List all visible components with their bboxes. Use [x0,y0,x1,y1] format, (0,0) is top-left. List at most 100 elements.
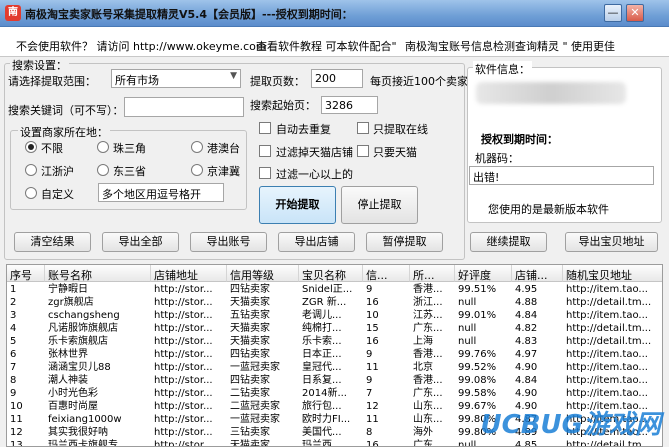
column-header[interactable]: 宝贝名称 [299,265,363,282]
close-button[interactable]: ✕ [626,4,644,22]
export-all-button[interactable]: 导出全部 [102,232,179,252]
column-header[interactable]: 店铺... [512,265,563,282]
radio-jzh[interactable] [25,164,37,176]
table-row[interactable]: 3 cschangsheng http://stor... 五钻卖家 老调儿... 10 江… [7,309,662,322]
table-cell: 4 [10,323,17,334]
table-cell: ZGR 新... [302,297,347,308]
pages-input[interactable]: 200 [311,69,363,88]
table-cell: http://detail.tm... [566,297,652,308]
table-cell: 其实我很好呐 [48,427,108,438]
start-page-input[interactable]: 3286 [321,96,378,114]
table-cell: 天猫卖家 [230,336,270,347]
table-row[interactable]: 6 张林世界 http://stor... 四钻卖家 日本正... 9 香港... 99.76… [7,348,662,361]
table-cell: 15 [366,323,379,334]
table-cell: 四钻卖家 [230,284,270,295]
column-header[interactable]: 序号 [7,265,45,282]
radio-custom[interactable] [25,187,37,199]
table-row[interactable]: 8 潮人神装 http://stor... 四钻卖家 日系复... 9 香港... 99.08… [7,374,662,387]
column-header[interactable]: 信... [363,265,410,282]
banner-help-text[interactable]: 不会使用软件？ 请访问 http://www.okeyme.com [16,38,267,54]
table-cell: 三钻卖家 [230,427,270,438]
radio-jjj[interactable] [191,164,203,176]
keyword-input[interactable] [124,97,244,117]
filter-tmall-label: 过滤掉天猫店铺 [276,146,353,159]
radio-unlimited[interactable] [25,141,37,153]
column-header[interactable]: 信用等级 [227,265,299,282]
export-account-button[interactable]: 导出账号 [190,232,267,252]
radio-custom-label: 自定义 [41,188,74,201]
table-cell: 4.90 [515,362,538,373]
auto-dedupe-checkbox[interactable] [259,122,271,134]
table-cell: 小时光色彩 [48,388,98,399]
filter-one-heart-label: 过滤一心以上的 [276,168,353,181]
column-header[interactable]: 账号名称 [45,265,151,282]
table-cell: 8 [366,427,373,438]
start-page-label: 搜索起始页： [250,99,316,112]
radio-hk-mo-tw-label: 港澳台 [207,142,240,155]
table-cell: http://item.tao... [566,284,648,295]
table-cell: http://stor... [154,388,213,399]
resume-extract-button[interactable]: 继续提取 [470,232,547,252]
watermark-logo: UCBUG游戏网 [480,410,661,440]
table-row[interactable]: 4 凡诺服饰旗舰店 http://stor... 天猫卖家 纯棉打... 15 广东... n… [7,322,662,335]
table-cell: 11 [366,414,379,425]
table-cell: 涵涵宝贝儿88 [48,362,111,373]
table-cell: 北京 [413,362,433,373]
column-header[interactable]: 店铺地址 [151,265,227,282]
table-cell: 99.52% [458,362,497,373]
machine-code-field[interactable]: 出错! [469,166,654,185]
only-online-checkbox[interactable] [357,122,369,134]
table-cell: 11 [10,414,23,425]
table-cell: http://stor... [154,375,213,386]
custom-region-input[interactable]: 多个地区用逗号格开 [98,183,224,202]
table-cell: 99.01% [458,310,497,321]
start-extract-button[interactable]: 开始提取 [259,186,336,224]
export-shop-button[interactable]: 导出店铺 [278,232,355,252]
table-cell: 12 [10,427,23,438]
table-cell: 广东... [413,323,443,334]
table-cell: 4.97 [515,349,538,360]
table-cell: 百惠时尚屋 [48,401,98,412]
table-cell: 潮人神装 [48,375,88,386]
table-row[interactable]: 5 乐卡索旗舰店 http://stor... 天猫卖家 乐卡索... 16 上海 null 4… [7,335,662,348]
table-cell: 皇冠代... [302,362,342,373]
table-cell: http://stor... [154,401,213,412]
column-header[interactable]: 好评度 [455,265,512,282]
table-cell: http://stor... [154,362,213,373]
table-cell: Snidel正... [302,284,353,295]
table-row[interactable]: 1 宁静暇日 http://stor... 四钻卖家 Snidel正... 9 香港... 9… [7,283,662,296]
table-cell: http://stor... [154,349,213,360]
export-item-url-button[interactable]: 导出宝贝地址 [565,232,658,252]
only-online-label: 只提取在线 [373,123,428,136]
table-cell: 日系复... [302,375,342,386]
table-cell: 16 [366,297,379,308]
radio-northeast[interactable] [97,164,109,176]
table-cell: http://stor... [154,310,213,321]
radio-northeast-label: 东三省 [113,165,146,178]
table-cell: 9 [366,284,373,295]
minimize-button[interactable]: — [604,4,622,22]
column-header[interactable]: 所... [410,265,455,282]
table-cell: 13 [10,440,23,447]
only-tmall-checkbox[interactable] [357,145,369,157]
table-cell: 乐卡索旗舰店 [48,336,108,347]
table-row[interactable]: 7 涵涵宝贝儿88 http://stor... 一蓝冠卖家 皇冠代... 11 北京 99.… [7,361,662,374]
radio-pearl-delta[interactable] [97,141,109,153]
stop-extract-button[interactable]: 停止提取 [341,186,418,224]
filter-one-heart-checkbox[interactable] [259,167,271,179]
column-header[interactable]: 随机宝贝地址 [563,265,662,282]
table-cell: http://stor... [154,297,213,308]
table-row[interactable]: 9 小时光色彩 http://stor... 二钻卖家 2014新... 7 广东... 99… [7,387,662,400]
table-cell: 4.88 [515,297,538,308]
table-cell: 12 [366,401,379,412]
clear-results-button[interactable]: 清空结果 [14,232,91,252]
table-cell: null [458,297,477,308]
filter-tmall-checkbox[interactable] [259,145,271,157]
pause-extract-button[interactable]: 暂停提取 [366,232,443,252]
range-select[interactable]: 所有市场 ▼ [111,69,241,88]
table-cell: 一蓝冠卖家 [230,414,280,425]
radio-hk-mo-tw[interactable] [191,141,203,153]
table-row[interactable]: 2 zgr旗舰店 http://stor... 天猫卖家 ZGR 新... 16 浙江...… [7,296,662,309]
table-cell: 旅行包... [302,401,342,412]
table-cell: http://item.tao... [566,310,648,321]
